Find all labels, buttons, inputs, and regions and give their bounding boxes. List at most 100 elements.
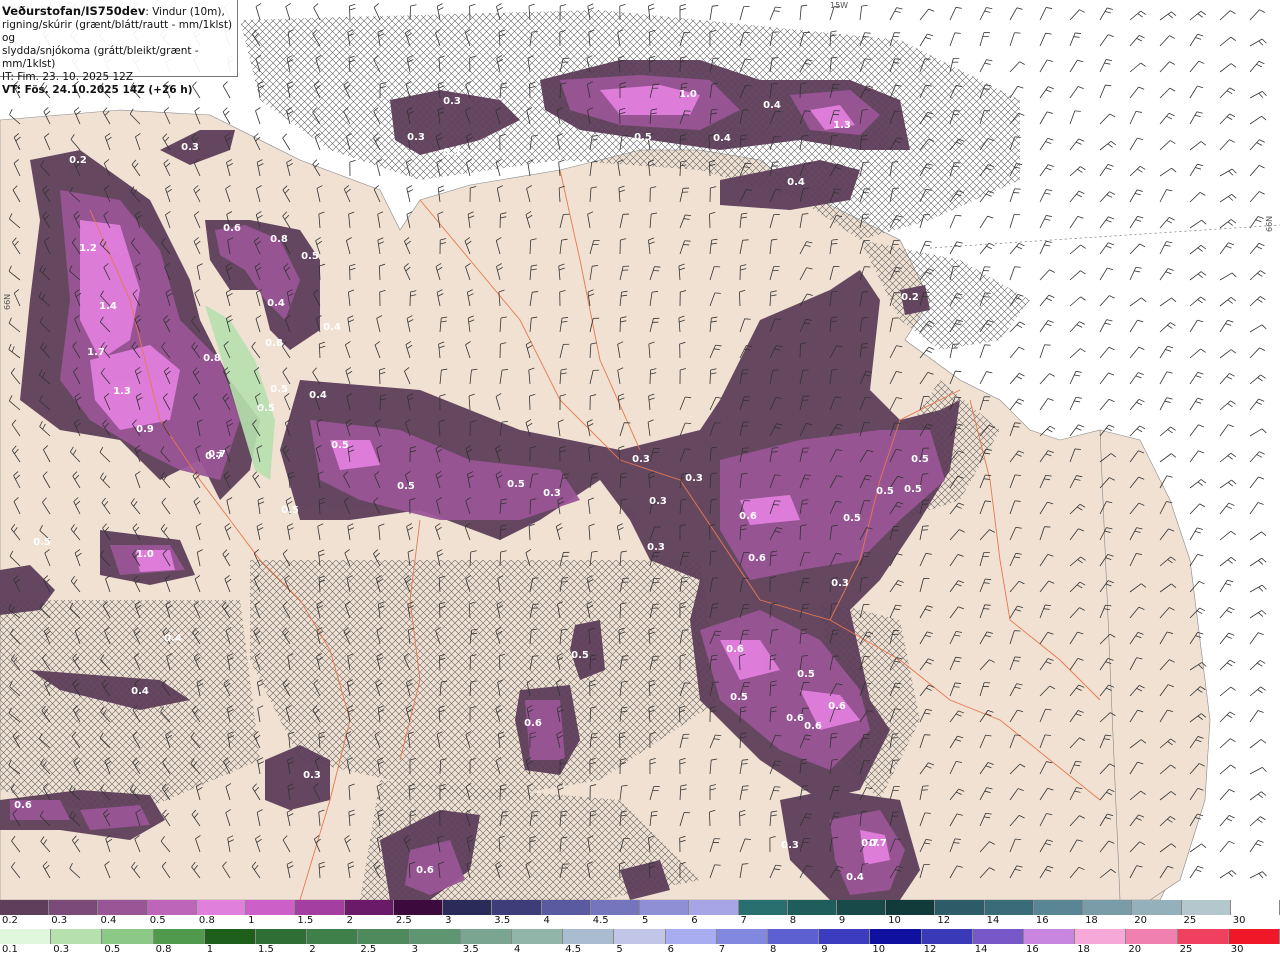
contour-value-label: 0.7: [208, 449, 226, 460]
legend-rain-colorbar: [0, 929, 1280, 944]
legend-label: 20: [1128, 944, 1142, 955]
header-title-line: Veðurstofan/IS750dev: Vindur (10m),: [2, 5, 236, 19]
issue-time: IT: Fim. 23. 10. 2025 12Z: [2, 71, 134, 83]
legend-swatch: [886, 900, 936, 915]
legend-swatch: [492, 900, 542, 915]
legend-swatch: [246, 900, 296, 915]
contour-value-label: 0.4: [713, 133, 731, 144]
legend-swatch: [935, 900, 985, 915]
description-line-2: rigning/skúrir (grænt/blátt/rautt - mm/1…: [2, 19, 233, 44]
contour-value-label: 0.3: [443, 96, 461, 107]
legend-label: 1.5: [297, 915, 314, 926]
contour-value-label: 0.5: [634, 132, 652, 143]
contour-value-label: 0.2: [69, 155, 87, 166]
legend-swatch: [256, 929, 308, 944]
legend-swatch: [51, 929, 103, 944]
legend-label: 3.5: [494, 915, 511, 926]
legend-label: 20: [1134, 915, 1148, 926]
contour-value-label: 0.5: [397, 481, 415, 492]
legend-swatch: [393, 900, 444, 915]
legend-label: 18: [1085, 915, 1098, 926]
forecast-map[interactable]: 0.3 0.3 0.3 0.2 0.3 1.0 0.4 0.5 0.4 1.3 0.4 0.6 0.8 0…: [0, 0, 1280, 900]
legend-swatch: [153, 929, 205, 944]
legend-label: 8: [770, 944, 777, 955]
contour-value-label: 0.5: [571, 650, 589, 661]
legend-label: 18: [1077, 944, 1090, 955]
description-line-3: slydda/snjókoma (grátt/bleikt/grænt - mm…: [2, 45, 199, 70]
contour-value-label: 0.6: [726, 644, 744, 655]
legend-swatch: [358, 929, 410, 944]
contour-value-label: 0.8: [265, 338, 283, 349]
legend-label: 14: [974, 944, 988, 955]
legend-label: 12: [923, 944, 937, 955]
legend-swatch: [1033, 900, 1084, 915]
title-suffix: : Vindur (10m),: [145, 6, 225, 18]
legend-label: 0.4: [100, 915, 117, 926]
legend-swatch: [541, 900, 591, 915]
legend-label: 2.5: [360, 944, 377, 955]
legend-swatch: [1181, 900, 1231, 915]
legend-swatch: [102, 929, 154, 944]
contour-value-label: 0.3: [831, 578, 849, 589]
contour-value-label: 0.6: [739, 511, 757, 522]
legend-label: 1: [206, 944, 214, 955]
legend-swatch: [344, 900, 394, 915]
legend-swatch: [1024, 929, 1076, 944]
contour-value-label: 1.3: [833, 120, 851, 131]
legend-label: 3: [445, 915, 452, 926]
model-title: Veðurstofan/IS750dev: [2, 4, 146, 18]
legend-swatch: [409, 929, 461, 944]
contour-value-label: 0.6: [828, 701, 846, 712]
legend-snow-colorbar: [0, 900, 1280, 915]
contour-value-label: 0.4: [267, 298, 285, 309]
legend-swatch: [665, 929, 717, 944]
contour-value-label: 0.4: [763, 100, 781, 111]
legend-label: 7: [740, 915, 747, 926]
contour-value-label: 0.8: [203, 353, 221, 364]
contour-value-label: 0.4: [787, 177, 805, 188]
legend-label: 4: [514, 944, 521, 955]
legend-swatch: [563, 929, 615, 944]
legend-swatch: [0, 929, 52, 944]
contour-value-label: 0.4: [323, 322, 341, 333]
legend-rain-labels: 0.1 0.3 0.5 0.8 1 1.5 2 2.5 3 3.5 4 4.5 5 6 7 8 9 10 12 14 1…: [0, 944, 1280, 958]
legend-swatch: [1083, 900, 1133, 915]
contour-value-label: 0.5: [904, 484, 922, 495]
contour-value-label: 0.5: [331, 440, 349, 451]
contour-value-label: 0.6: [223, 223, 241, 234]
contour-value-label: 0.3: [781, 840, 799, 851]
latitude-label-right: 66N: [1265, 216, 1274, 232]
legend-label: 9: [838, 915, 846, 926]
contour-value-label: 0.3: [632, 454, 650, 465]
contour-value-label: 0.3: [649, 496, 667, 507]
legend-label: 3: [411, 944, 418, 955]
contour-value-label: 0.3: [647, 542, 665, 553]
legend-label: 0.5: [104, 944, 121, 955]
map-canvas: 0.3 0.3 0.3 0.2 0.3 1.0 0.4 0.5 0.4 1.3 0.4 0.6 0.8 0…: [0, 0, 1280, 900]
contour-value-label: 1.3: [113, 386, 131, 397]
legend-label: 0.3: [51, 915, 68, 926]
legend-swatch: [1230, 900, 1280, 915]
contour-value-label: 0.5: [301, 251, 319, 262]
legend-label: 6: [691, 915, 698, 926]
info-box: Veðurstofan/IS750dev: Vindur (10m), rign…: [0, 0, 238, 96]
contour-value-label: 0.8: [270, 234, 288, 245]
contour-value-label: 0.5: [797, 669, 815, 680]
latitude-label-left: 66N: [3, 294, 12, 310]
legend-swatch: [49, 900, 99, 915]
legend-label: 1: [248, 915, 255, 926]
contour-value-label: 0.6: [524, 718, 542, 729]
contour-value-label: 0.5: [281, 505, 299, 516]
contour-value-label: 0.5: [270, 384, 288, 395]
legend-swatch: [738, 900, 788, 915]
contour-value-label: 0.5: [911, 454, 929, 465]
legend-label: 0.5: [149, 915, 166, 926]
legend-swatch: [1075, 929, 1127, 944]
contour-value-label: 0.4: [309, 390, 327, 401]
legend-swatch: [204, 929, 257, 944]
legend-swatch: [984, 900, 1034, 915]
contour-value-label: 1.7: [87, 347, 105, 358]
contour-value-label: 0.5: [843, 513, 861, 524]
legend-label: 10: [888, 915, 901, 926]
legend-label: 3.5: [462, 944, 479, 955]
